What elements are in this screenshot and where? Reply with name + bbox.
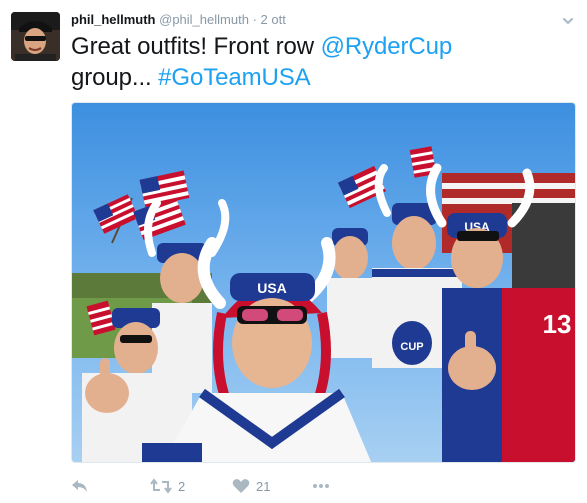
user-handle[interactable]: @phil_hellmuth bbox=[159, 12, 249, 27]
tweet-text-part-2: group... bbox=[71, 64, 159, 91]
avatar[interactable] bbox=[11, 12, 60, 61]
hat-letters-front: USA bbox=[257, 280, 287, 296]
hashtag-link[interactable]: #GoTeamUSA bbox=[158, 64, 311, 91]
reply-icon bbox=[72, 480, 87, 492]
heart-icon bbox=[232, 479, 250, 493]
like-count: 21 bbox=[256, 478, 271, 494]
tweet-text-part-1: Great outfits! Front row bbox=[71, 33, 321, 60]
more-icon bbox=[313, 484, 329, 488]
tweet-menu-button[interactable] bbox=[562, 14, 574, 26]
retweet-count: 2 bbox=[178, 478, 186, 494]
tweet-text: Great outfits! Front row @RyderCup group.… bbox=[71, 31, 571, 93]
timestamp[interactable]: 2 ott bbox=[261, 12, 286, 27]
tweet-photo[interactable]: CUP USA 13 USA bbox=[71, 102, 576, 463]
tweet-header: phil_hellmuth @phil_hellmuth · 2 ott bbox=[71, 12, 286, 28]
fans-photo: CUP USA 13 USA bbox=[72, 103, 575, 462]
jersey-number: 13 bbox=[543, 309, 572, 339]
more-button[interactable] bbox=[311, 476, 331, 496]
mention-link[interactable]: @RyderCup bbox=[321, 33, 453, 60]
avatar-photo bbox=[11, 12, 60, 61]
retweet-icon bbox=[150, 478, 172, 494]
reply-button[interactable] bbox=[71, 476, 89, 496]
separator-dot: · bbox=[252, 12, 257, 27]
retweet-button[interactable]: 2 bbox=[150, 476, 185, 496]
badge-text: CUP bbox=[400, 341, 423, 353]
display-name[interactable]: phil_hellmuth bbox=[71, 12, 156, 27]
chevron-down-icon bbox=[563, 18, 573, 25]
tweet-actions: 2 21 bbox=[71, 476, 571, 496]
like-button[interactable]: 21 bbox=[232, 476, 270, 496]
